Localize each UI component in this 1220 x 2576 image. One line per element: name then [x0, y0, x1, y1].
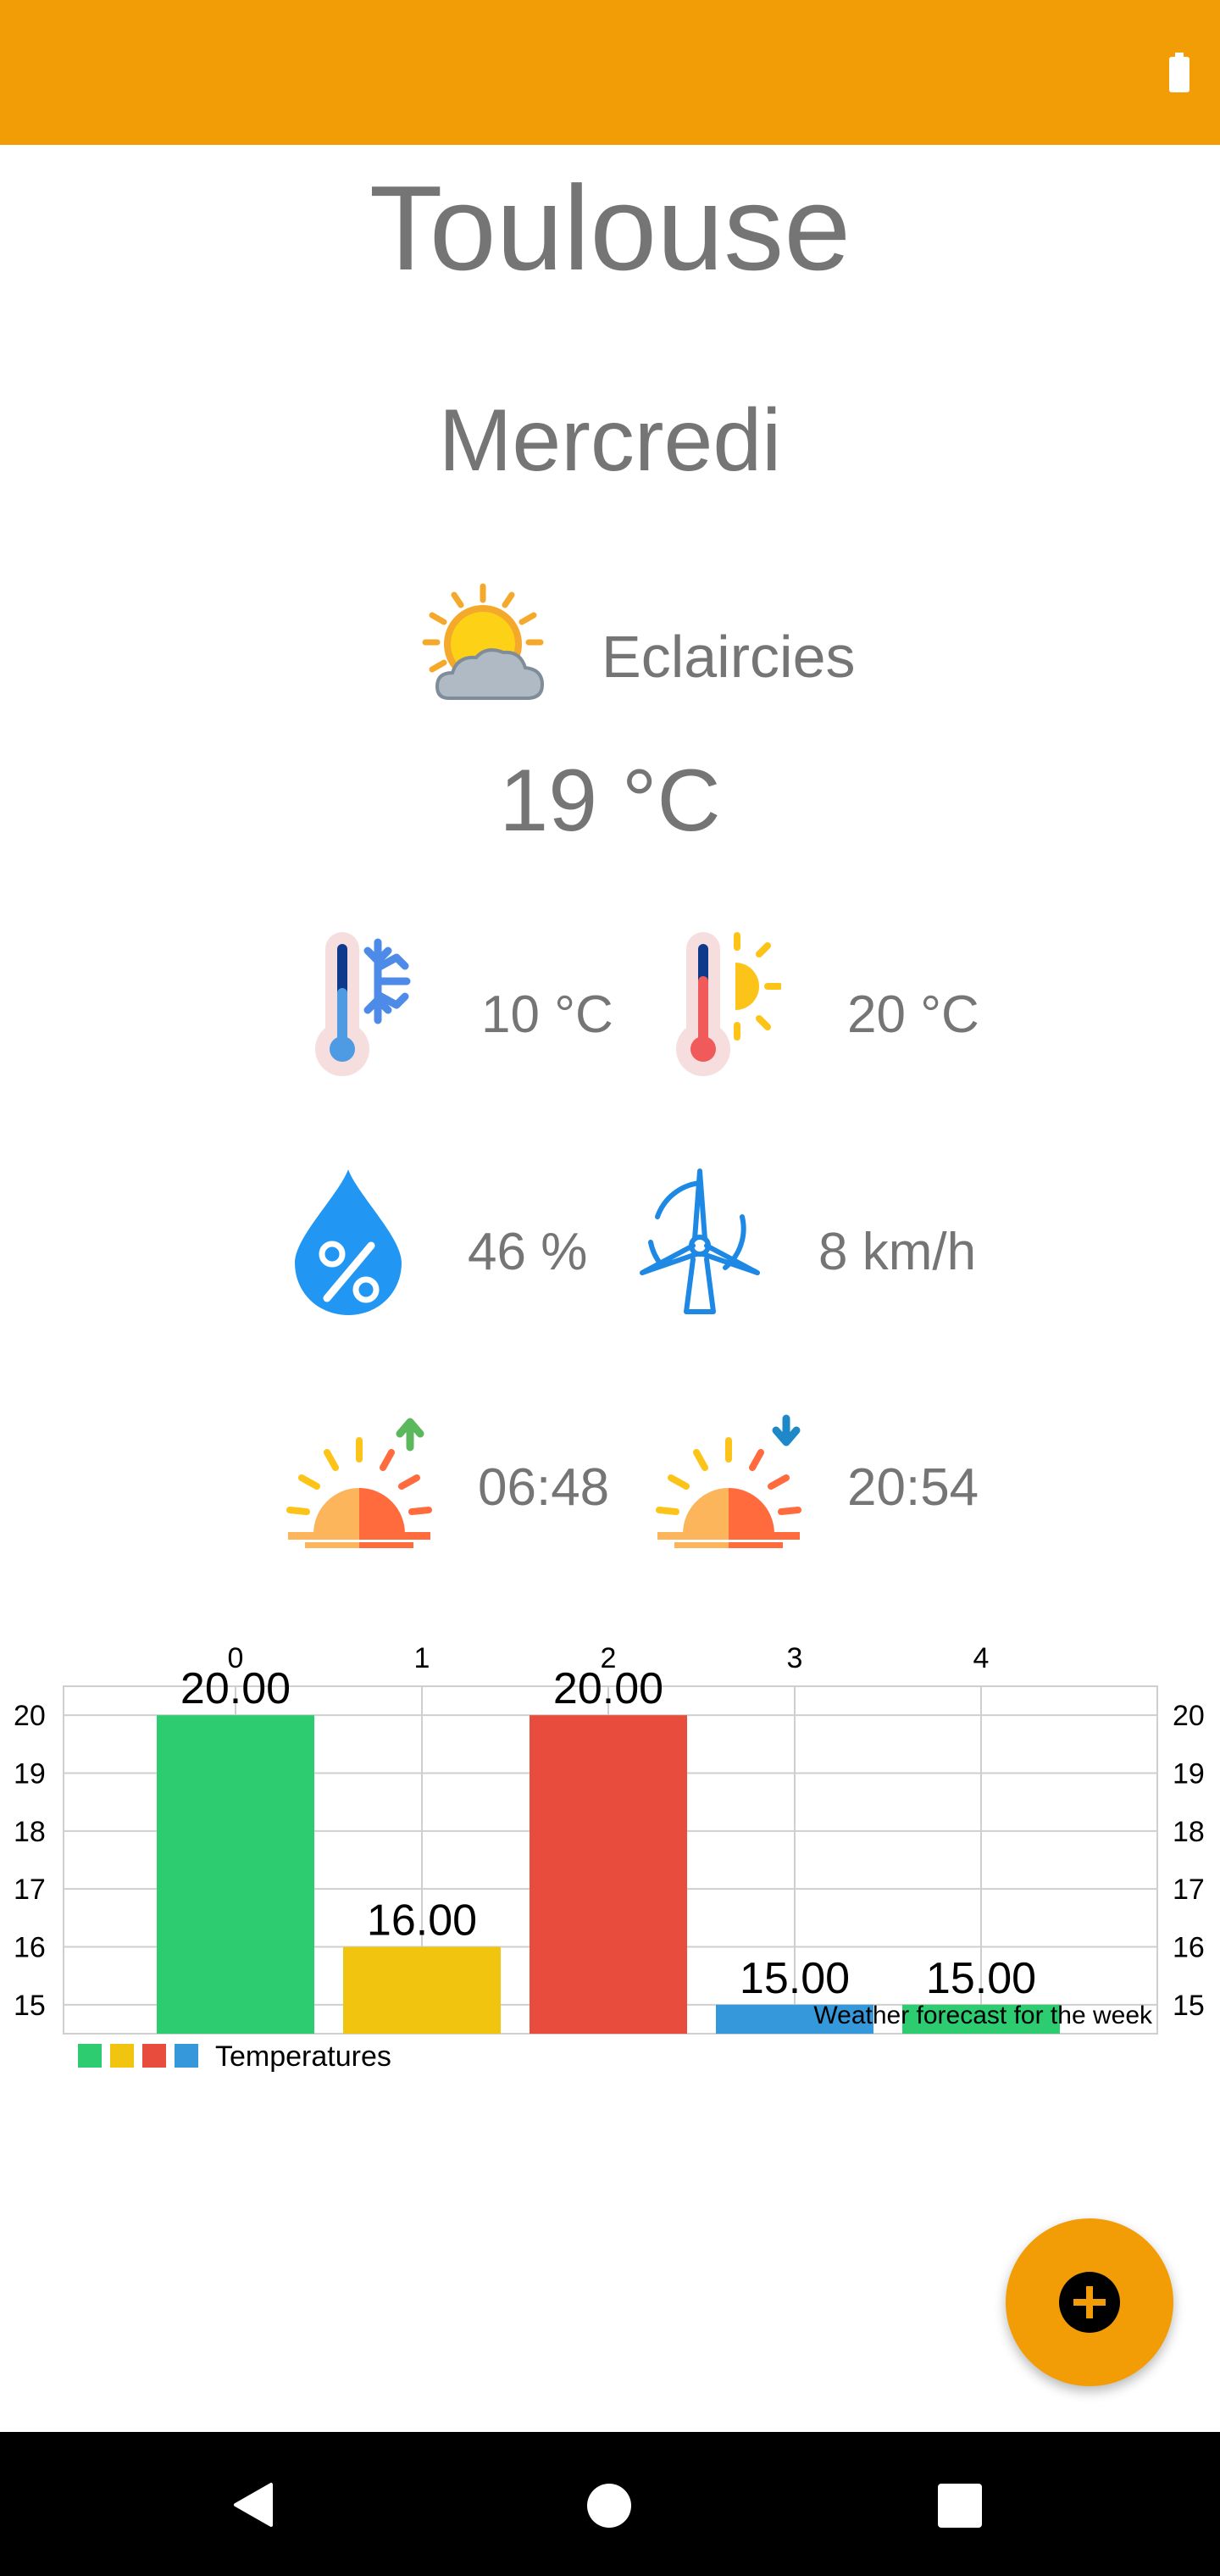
chart-y-tick-right: 20 [1173, 1700, 1205, 1732]
battery-icon [1169, 53, 1190, 92]
chart-legend-swatch [78, 2044, 102, 2068]
sunset-value: 20:54 [847, 1458, 979, 1517]
chart-y-tick-left: 18 [14, 1816, 46, 1848]
add-icon [1059, 2272, 1120, 2333]
recent-apps-icon[interactable] [937, 2483, 983, 2529]
chart-data-label: 15.00 [740, 1954, 850, 2003]
temp-min-value: 10 °C [481, 985, 613, 1044]
chart-y-tick-right: 17 [1173, 1874, 1205, 1906]
wind-turbine-icon [640, 1169, 760, 1314]
chart-legend-swatch [142, 2044, 166, 2068]
city-name: Toulouse [369, 161, 851, 296]
chart-data-label: 16.00 [367, 1896, 477, 1946]
sunrise-value: 06:48 [478, 1458, 610, 1517]
temp-max-value: 20 °C [847, 985, 979, 1044]
chart-y-tick-left: 19 [14, 1758, 46, 1790]
chart-x-tick: 3 [787, 1642, 803, 1674]
chart-y-tick-right: 18 [1173, 1816, 1205, 1848]
condition-text: Eclaircies [602, 624, 856, 690]
chart-legend-swatch [175, 2044, 198, 2068]
wind-value: 8 km/h [818, 1223, 977, 1281]
current-temperature: 19 °C [499, 752, 721, 850]
chart-y-tick-left: 16 [14, 1932, 46, 1964]
hot-thermometer-icon [676, 932, 781, 1076]
humidity-value: 46 % [468, 1223, 588, 1281]
temperature-chart: 15 1516 1617 1718 1819 1920 200 1 2 3 420.0016.002… [14, 1642, 1205, 2073]
chart-legend-label: Temperatures [215, 2040, 391, 2073]
add-button[interactable] [1006, 2218, 1173, 2386]
chart-y-tick-left: 20 [14, 1700, 46, 1732]
home-icon[interactable] [586, 2483, 632, 2529]
chart-x-tick: 4 [973, 1642, 990, 1674]
status-bar [0, 0, 1220, 145]
chart-bar [157, 1715, 314, 2034]
chart-y-tick-right: 19 [1173, 1758, 1205, 1790]
chart-data-label: 20.00 [180, 1664, 291, 1713]
chart-y-tick-right: 16 [1173, 1932, 1205, 1964]
sun-behind-cloud-icon [422, 583, 545, 700]
chart-bar [530, 1715, 687, 2034]
navigation-bar [0, 2432, 1220, 2576]
day-name: Mercredi [438, 391, 782, 490]
humidity-drop-icon [295, 1169, 402, 1315]
chart-description: Weather forecast for the week [813, 2001, 1153, 2029]
chart-x-tick: 1 [414, 1642, 430, 1674]
sunrise-icon [286, 1418, 432, 1548]
chart-bar [343, 1946, 501, 2034]
back-icon[interactable] [230, 2481, 274, 2529]
chart-legend-swatch [110, 2044, 134, 2068]
cold-thermometer-icon [315, 932, 411, 1076]
chart-y-tick-right: 15 [1173, 1990, 1205, 2022]
chart-y-tick-left: 17 [14, 1874, 46, 1906]
sunset-icon [656, 1414, 801, 1548]
chart-y-tick-left: 15 [14, 1990, 46, 2022]
chart-data-label: 20.00 [553, 1664, 663, 1713]
chart-data-label: 15.00 [926, 1954, 1036, 2003]
